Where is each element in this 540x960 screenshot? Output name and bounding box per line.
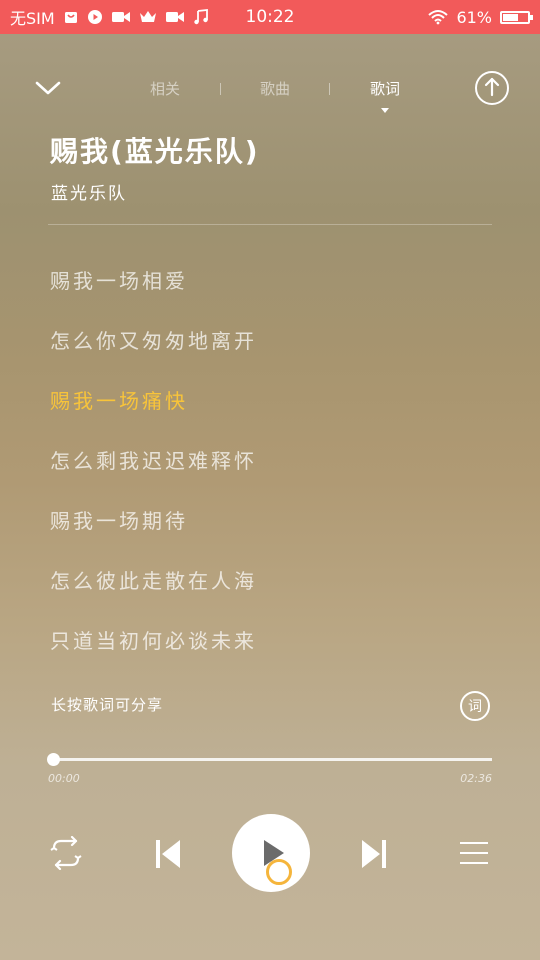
chevron-down-icon[interactable] [34, 78, 62, 98]
battery-percent: 61% [456, 7, 492, 27]
tab-bar: 相关 歌曲 歌词 [150, 78, 400, 113]
progress-knob[interactable] [47, 753, 60, 766]
status-right: 61% [428, 0, 533, 34]
lyric-line[interactable]: 只道当初何必谈未来 [50, 624, 490, 684]
lyric-line[interactable]: 怎么你又匆匆地离开 [50, 324, 490, 384]
song-title: 赐我(蓝光乐队) [50, 135, 260, 168]
upload-icon[interactable] [474, 70, 510, 106]
lyrics-toggle-button[interactable]: 词 [460, 691, 490, 721]
lyrics-list: 赐我一场相爱 怎么你又匆匆地离开 赐我一场痛快 怎么剩我迟迟难释怀 赐我一场期待… [50, 264, 490, 684]
song-artist[interactable]: 蓝光乐队 [51, 179, 127, 204]
tab-lyrics[interactable]: 歌词 [370, 78, 400, 113]
lyric-line-current[interactable]: 赐我一场痛快 [50, 384, 490, 444]
tab-songs[interactable]: 歌曲 [260, 78, 290, 99]
wifi-icon [428, 10, 449, 25]
share-hint: 长按歌词可分享 [51, 696, 164, 714]
tab-divider [329, 82, 331, 95]
total-time: 02:36 [460, 772, 492, 785]
floating-assist-dot[interactable] [266, 859, 292, 885]
progress-bar[interactable] [47, 753, 492, 766]
skip-next-icon[interactable] [360, 838, 388, 870]
playlist-icon[interactable] [460, 840, 488, 866]
lyric-line[interactable]: 怎么剩我迟迟难释怀 [50, 444, 490, 504]
battery-icon [500, 10, 533, 24]
top-nav: 相关 歌曲 歌词 [0, 70, 540, 113]
tab-divider [219, 82, 221, 95]
status-bar: 无SIM 10:22 61% [0, 0, 540, 34]
skip-previous-icon[interactable] [154, 838, 182, 870]
tab-related[interactable]: 相关 [150, 78, 180, 99]
lyric-line[interactable]: 赐我一场相爱 [50, 264, 490, 324]
header-divider [48, 224, 492, 225]
lyric-line[interactable]: 怎么彼此走散在人海 [50, 564, 490, 624]
lyric-line[interactable]: 赐我一场期待 [50, 504, 490, 564]
repeat-icon[interactable] [48, 836, 84, 870]
current-time: 00:00 [48, 772, 80, 785]
